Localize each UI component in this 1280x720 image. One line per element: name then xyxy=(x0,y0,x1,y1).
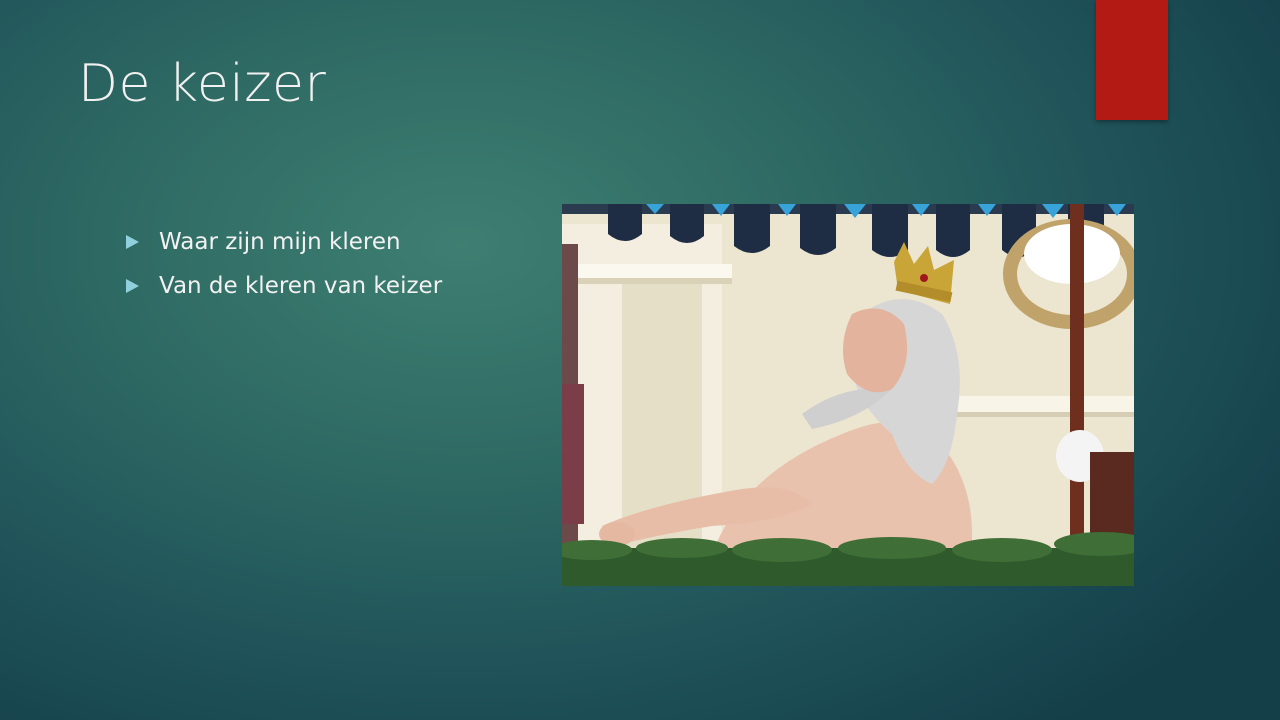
bullet-text: Van de kleren van keizer xyxy=(159,273,443,299)
list-item: Waar zijn mijn kleren xyxy=(126,220,442,264)
bullet-text: Waar zijn mijn kleren xyxy=(159,229,401,255)
slide-title: De keizer xyxy=(78,54,327,114)
accent-bar xyxy=(1096,0,1168,120)
triangle-bullet-icon xyxy=(126,279,139,293)
bullet-list: Waar zijn mijn kleren Van de kleren van … xyxy=(126,220,442,308)
list-item: Van de kleren van keizer xyxy=(126,264,442,308)
emperor-photo xyxy=(562,204,1134,586)
triangle-bullet-icon xyxy=(126,235,139,249)
emperor-illustration xyxy=(562,204,1134,586)
